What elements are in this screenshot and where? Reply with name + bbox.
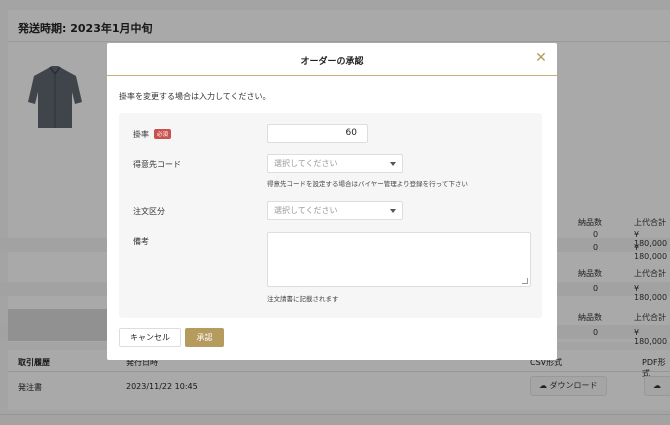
remarks-hint: 注文請書に記載されます [267, 295, 339, 303]
modal-title: オーダーの承認 [300, 57, 364, 67]
customer-code-label: 得意先コード [133, 160, 181, 169]
order-approval-modal: オーダーの承認 ✕ 掛率を変更する場合は入力してください。 掛率 必須 60 得意… [107, 43, 557, 360]
chevron-down-icon [390, 162, 396, 166]
cancel-button[interactable]: キャンセル [119, 328, 181, 347]
order-type-label: 注文区分 [133, 207, 165, 216]
rate-input[interactable]: 60 [267, 124, 368, 143]
approval-form: 掛率 必須 60 得意先コード 選択してください 得意先コードを設定する場合はバイ… [119, 113, 542, 318]
customer-code-placeholder: 選択してください [274, 159, 338, 168]
order-type-select[interactable]: 選択してください [267, 201, 403, 220]
modal-description: 掛率を変更する場合は入力してください。 [119, 92, 271, 101]
required-badge: 必須 [154, 129, 172, 139]
remarks-label: 備考 [133, 237, 149, 246]
close-icon[interactable]: ✕ [533, 50, 549, 66]
modal-header: オーダーの承認 ✕ [107, 43, 557, 76]
customer-code-select[interactable]: 選択してください [267, 154, 403, 173]
order-type-placeholder: 選択してください [274, 206, 338, 215]
approve-button[interactable]: 承認 [185, 328, 224, 347]
rate-label: 掛率 必須 [133, 129, 172, 140]
remarks-textarea[interactable] [267, 232, 531, 287]
resize-handle-icon[interactable] [522, 278, 528, 284]
chevron-down-icon [390, 209, 396, 213]
customer-code-hint: 得意先コードを設定する場合はバイヤー管理より登録を行って下さい [267, 180, 468, 188]
rate-label-text: 掛率 [133, 130, 149, 139]
